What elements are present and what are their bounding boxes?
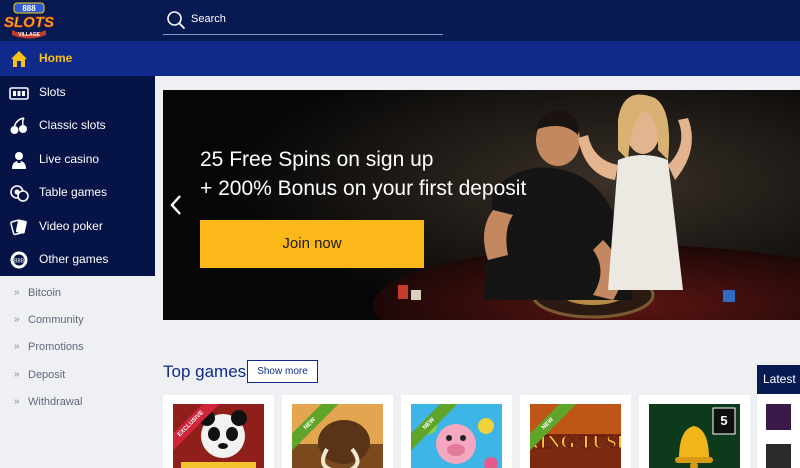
svg-text:888: 888 <box>22 4 36 13</box>
cards-icon <box>10 219 27 236</box>
cherries-icon <box>10 117 27 134</box>
sidebar-link-label: Community <box>28 314 84 326</box>
home-nav-bar: Home <box>0 41 800 76</box>
game-card[interactable]: 5 <box>639 395 750 468</box>
game-thumbnail: EXCLUSIVE <box>173 404 264 468</box>
sidebar-item-label: Slots <box>39 85 66 99</box>
sidebar-item-home[interactable]: Home <box>0 42 155 75</box>
search-input[interactable]: Search <box>191 13 226 25</box>
game-card[interactable]: KING TUSK NEW <box>520 395 631 468</box>
game-thumbnail: KING TUSK NEW <box>530 404 621 468</box>
sidebar-item-label: Other games <box>39 252 109 266</box>
sidebar-link-label: Withdrawal <box>28 396 83 408</box>
game-thumbnail: NEW <box>292 404 383 468</box>
svg-text:VILLAGE: VILLAGE <box>18 32 40 38</box>
search-icon[interactable] <box>166 10 186 30</box>
latest-tab[interactable]: Latest <box>757 365 800 394</box>
banner-line-2: + 200% Bonus on your first deposit <box>200 177 527 200</box>
chips-icon <box>10 185 29 202</box>
sidebar-item-classic-slots[interactable]: Classic slots <box>0 109 155 142</box>
banner-line-1: 25 Free Spins on sign up <box>200 148 434 171</box>
double-chevron-icon: » <box>14 314 20 325</box>
latest-game-thumb[interactable] <box>766 444 791 468</box>
top-bar: 888 SLOTS VILLAGE Search <box>0 0 800 41</box>
sidebar-item-table-games[interactable]: Table games <box>0 176 155 209</box>
sidebar-link-label: Promotions <box>28 341 84 353</box>
join-now-button[interactable]: Join now <box>200 220 424 268</box>
sidebar-item-slots[interactable]: Slots <box>0 76 155 109</box>
search-bar[interactable]: Search <box>163 9 443 35</box>
double-chevron-icon: » <box>14 341 20 352</box>
sidebar-item-label: Video poker <box>39 219 103 233</box>
lines-count: 5 <box>720 413 727 428</box>
banner-headline: 25 Free Spins on sign up + 200% Bonus on… <box>200 145 526 203</box>
double-chevron-icon: » <box>14 287 20 298</box>
home-icon <box>11 51 27 67</box>
sidebar-item-label: Classic slots <box>39 118 106 132</box>
double-chevron-icon: » <box>14 369 20 380</box>
dealer-icon <box>12 152 26 169</box>
game-card[interactable]: EXCLUSIVE <box>163 395 274 468</box>
latest-game-thumb[interactable] <box>766 404 791 430</box>
site-logo[interactable]: 888 SLOTS VILLAGE <box>2 2 56 39</box>
sidebar: Slots Classic slots Live casino Table ga… <box>0 76 155 276</box>
sidebar-item-label: Live casino <box>39 152 100 166</box>
show-more-button[interactable]: Show more <box>247 360 318 383</box>
double-chevron-icon: » <box>14 396 20 407</box>
chevron-left-icon[interactable] <box>169 194 183 216</box>
sidebar-item-other-games[interactable]: 888 Other games <box>0 243 155 276</box>
sidebar-item-label: Table games <box>39 185 108 199</box>
svg-text:888: 888 <box>14 259 25 265</box>
sidebar-link-label: Deposit <box>28 369 66 381</box>
game-thumbnail: NEW <box>411 404 502 468</box>
svg-text:SLOTS: SLOTS <box>4 14 54 31</box>
sidebar-item-video-poker[interactable]: Video poker <box>0 210 155 243</box>
game-thumbnail: 5 <box>649 404 740 468</box>
promo-banner[interactable]: 25 Free Spins on sign up + 200% Bonus on… <box>163 90 800 320</box>
sidebar-item-live-casino[interactable]: Live casino <box>0 143 155 176</box>
sidebar-link-label: Bitcoin <box>28 287 62 299</box>
section-title-top-games: Top games <box>163 362 247 381</box>
game-card[interactable]: NEW <box>401 395 512 468</box>
banner-photo <box>163 90 800 320</box>
chip-icon: 888 <box>10 251 28 269</box>
slot-machine-icon <box>9 87 29 100</box>
sidebar-item-label: Home <box>39 51 73 65</box>
page: 888 SLOTS VILLAGE Search Home Slots Clas… <box>0 0 800 468</box>
game-card[interactable]: NEW <box>282 395 393 468</box>
bell-art: 5 <box>649 404 740 468</box>
latest-panel <box>757 394 800 468</box>
